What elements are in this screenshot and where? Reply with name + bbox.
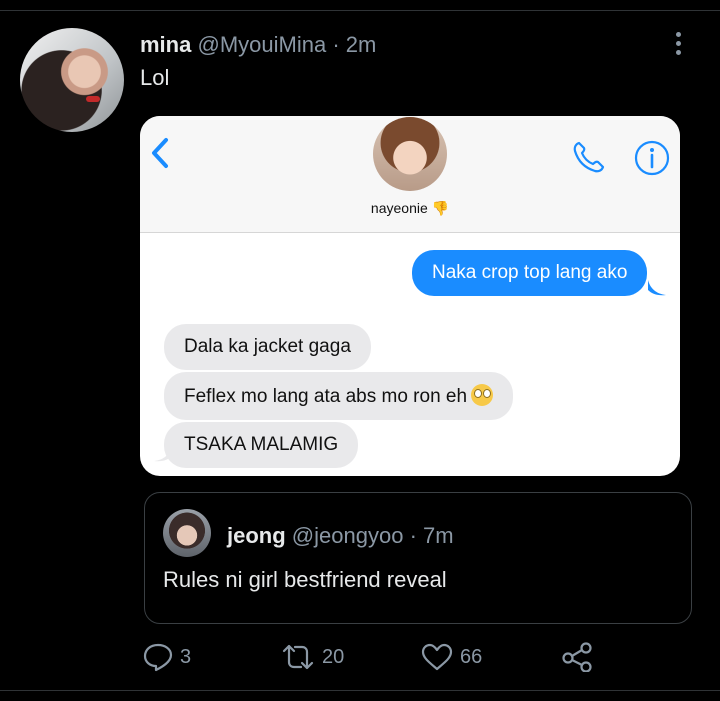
message-bubble-incoming: Dala ka jacket gaga: [164, 324, 371, 370]
tweet-timestamp[interactable]: 2m: [346, 32, 377, 57]
author-name[interactable]: mina: [140, 32, 191, 57]
attached-image[interactable]: nayeonie 👎 Naka crop top lang ako Dala k…: [140, 116, 680, 476]
retweet-button[interactable]: 20: [280, 642, 344, 672]
retweet-icon: [282, 644, 314, 670]
message-bubble-incoming: TSAKA MALAMIG: [164, 422, 359, 468]
author-handle[interactable]: @MyouiMina: [197, 32, 326, 57]
quoted-author-avatar: [163, 509, 211, 557]
eye-roll-emoji: [471, 384, 494, 406]
reply-button[interactable]: 3: [142, 642, 191, 672]
message-bubble-incoming: Feflex mo lang ata abs mo ron eh: [164, 372, 514, 420]
bubble-tail: [154, 446, 172, 462]
info-icon: [634, 140, 670, 176]
message-bubble-outgoing: Naka crop top lang ako: [412, 250, 648, 296]
author-avatar[interactable]: [20, 28, 124, 132]
separator-dot: ·: [409, 523, 417, 548]
reply-icon: [143, 643, 173, 672]
quoted-tweet[interactable]: jeong @jeongyoo · 7m Rules ni girl bestf…: [144, 492, 692, 624]
like-icon: [421, 643, 453, 671]
share-button[interactable]: [560, 642, 600, 672]
message-text: Feflex mo lang ata abs mo ron eh: [184, 386, 468, 407]
bubble-tail: [648, 280, 666, 296]
quoted-author-handle: @jeongyoo: [291, 523, 404, 548]
more-options-icon[interactable]: [668, 32, 688, 62]
tweet-header: mina @MyouiMina · 2m: [140, 32, 376, 58]
divider-top: [0, 10, 720, 11]
quoted-author-name: jeong: [227, 523, 286, 548]
like-button[interactable]: 66: [420, 642, 482, 672]
phone-icon: [573, 141, 605, 173]
divider-bottom: [0, 690, 720, 691]
separator-dot: ·: [332, 32, 340, 57]
reply-count: 3: [180, 645, 192, 668]
contact-name: nayeonie 👎: [370, 200, 450, 216]
chevron-left-icon: [152, 138, 168, 168]
quoted-tweet-timestamp: 7m: [423, 523, 454, 548]
quoted-tweet-text: Rules ni girl bestfriend reveal: [163, 567, 447, 592]
retweet-count: 20: [322, 645, 345, 668]
quoted-tweet-header: jeong @jeongyoo · 7m: [227, 523, 454, 549]
tweet-text: Lol: [140, 65, 170, 90]
messages-navbar: nayeonie 👎: [140, 116, 680, 233]
like-count: 66: [460, 645, 483, 668]
contact-avatar: [373, 117, 447, 191]
share-icon: [562, 642, 592, 672]
